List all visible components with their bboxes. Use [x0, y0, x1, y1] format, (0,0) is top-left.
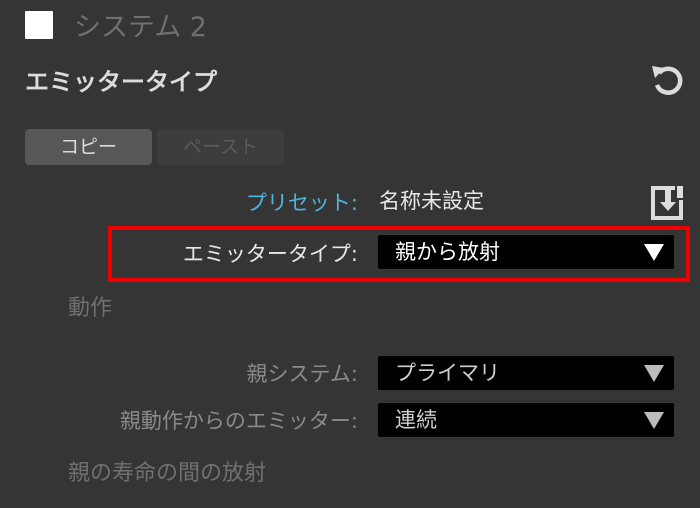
- parent-system-dropdown[interactable]: プライマリ: [378, 356, 674, 390]
- reset-icon[interactable]: [646, 58, 690, 102]
- paste-button[interactable]: ペースト: [157, 129, 284, 165]
- dropdown-arrow-icon: [643, 410, 665, 430]
- emitter-settings-panel: システム 2 エミッタータイプ コピー ペースト プリセット: 名称未設定 エミ…: [0, 0, 700, 508]
- motion-heading: 動作: [68, 296, 113, 321]
- parent-system-value: プライマリ: [395, 361, 500, 385]
- emitter-type-dropdown[interactable]: 親から放射: [378, 235, 674, 269]
- parent-system-label: 親システム:: [246, 362, 358, 386]
- parent-emitter-value: 連続: [395, 408, 437, 432]
- dropdown-arrow-icon: [643, 242, 665, 262]
- parent-emitter-label: 親動作からのエミッター:: [119, 409, 358, 433]
- emitter-type-value: 親から放射: [395, 240, 500, 264]
- system-title: システム 2: [74, 12, 207, 43]
- emitter-type-label: エミッタータイプ:: [182, 242, 358, 266]
- copy-button[interactable]: コピー: [25, 129, 152, 165]
- lifetime-heading: 親の寿命の間の放射: [68, 461, 267, 486]
- preset-link[interactable]: プリセット:: [246, 188, 358, 218]
- section-title: エミッタータイプ: [25, 68, 217, 96]
- system-enable-checkbox[interactable]: [25, 11, 53, 39]
- preset-value: 名称未設定: [379, 189, 484, 213]
- parent-emitter-dropdown[interactable]: 連続: [378, 403, 674, 437]
- save-preset-icon[interactable]: [647, 182, 687, 222]
- dropdown-arrow-icon: [643, 363, 665, 383]
